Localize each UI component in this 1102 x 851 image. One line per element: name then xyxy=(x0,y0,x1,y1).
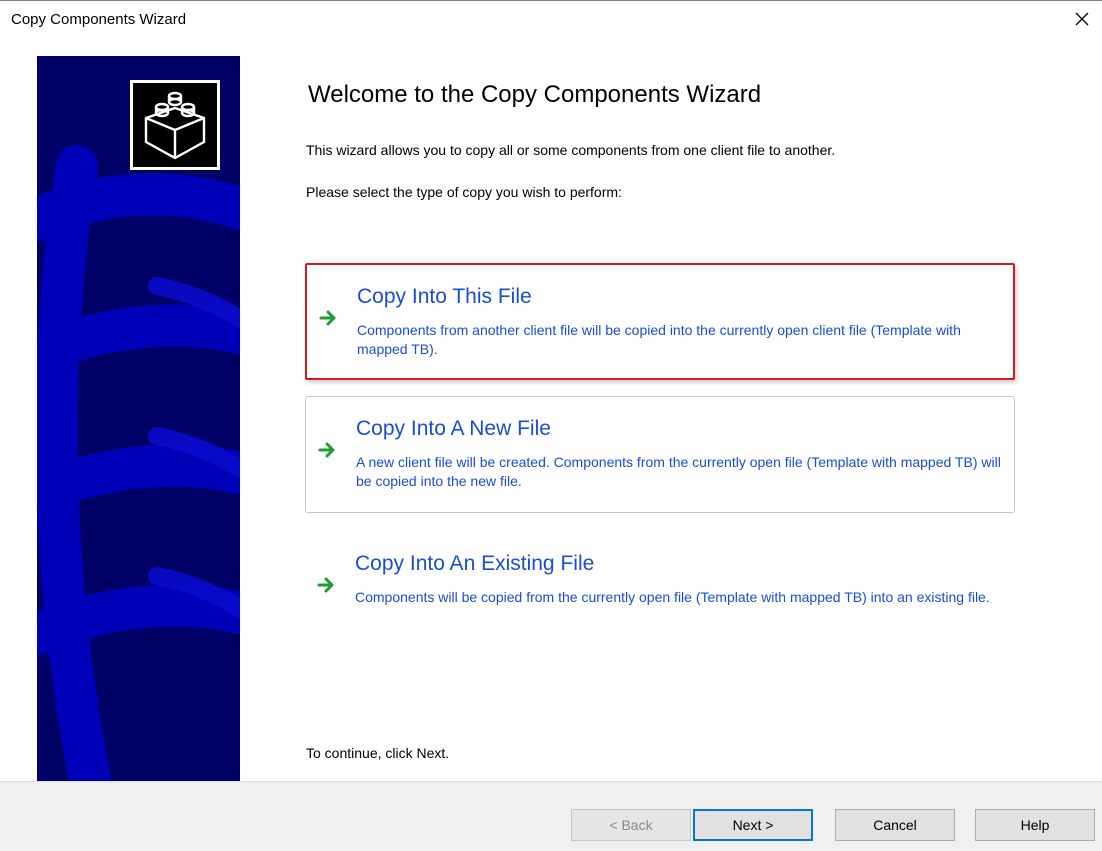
option-copy-into-an-existing-file[interactable]: Copy Into An Existing File Components wi… xyxy=(305,532,1015,649)
back-button[interactable]: < Back xyxy=(571,809,691,841)
option-copy-into-this-file[interactable]: Copy Into This File Components from anot… xyxy=(305,263,1015,380)
green-right-arrow-icon xyxy=(318,442,335,458)
lego-brick-icon xyxy=(130,80,220,170)
green-right-arrow-icon xyxy=(317,577,334,593)
button-bar: < Back Next > Cancel Help xyxy=(0,781,1102,851)
title-bar: Copy Components Wizard xyxy=(0,0,1102,38)
option-title: Copy Into A New File xyxy=(356,417,551,440)
next-button[interactable]: Next > xyxy=(693,809,813,841)
close-button[interactable] xyxy=(1062,1,1102,37)
option-title: Copy Into This File xyxy=(357,285,532,308)
window-title: Copy Components Wizard xyxy=(11,11,187,28)
help-button[interactable]: Help xyxy=(975,809,1095,841)
wizard-side-banner xyxy=(37,56,240,781)
close-icon xyxy=(1075,12,1089,26)
instruction-text: Please select the type of copy you wish … xyxy=(306,184,622,200)
option-description: Components from another client file will… xyxy=(357,322,961,357)
page-title: Welcome to the Copy Components Wizard xyxy=(308,81,762,108)
option-copy-into-a-new-file[interactable]: Copy Into A New File A new client file w… xyxy=(305,396,1015,513)
intro-text: This wizard allows you to copy all or so… xyxy=(306,142,836,158)
cancel-button[interactable]: Cancel xyxy=(835,809,955,841)
option-title: Copy Into An Existing File xyxy=(355,552,595,575)
option-description: A new client file will be created. Compo… xyxy=(356,454,1001,489)
green-right-arrow-icon xyxy=(319,310,336,326)
option-description: Components will be copied from the curre… xyxy=(355,589,990,605)
continue-hint: To continue, click Next. xyxy=(306,745,450,761)
